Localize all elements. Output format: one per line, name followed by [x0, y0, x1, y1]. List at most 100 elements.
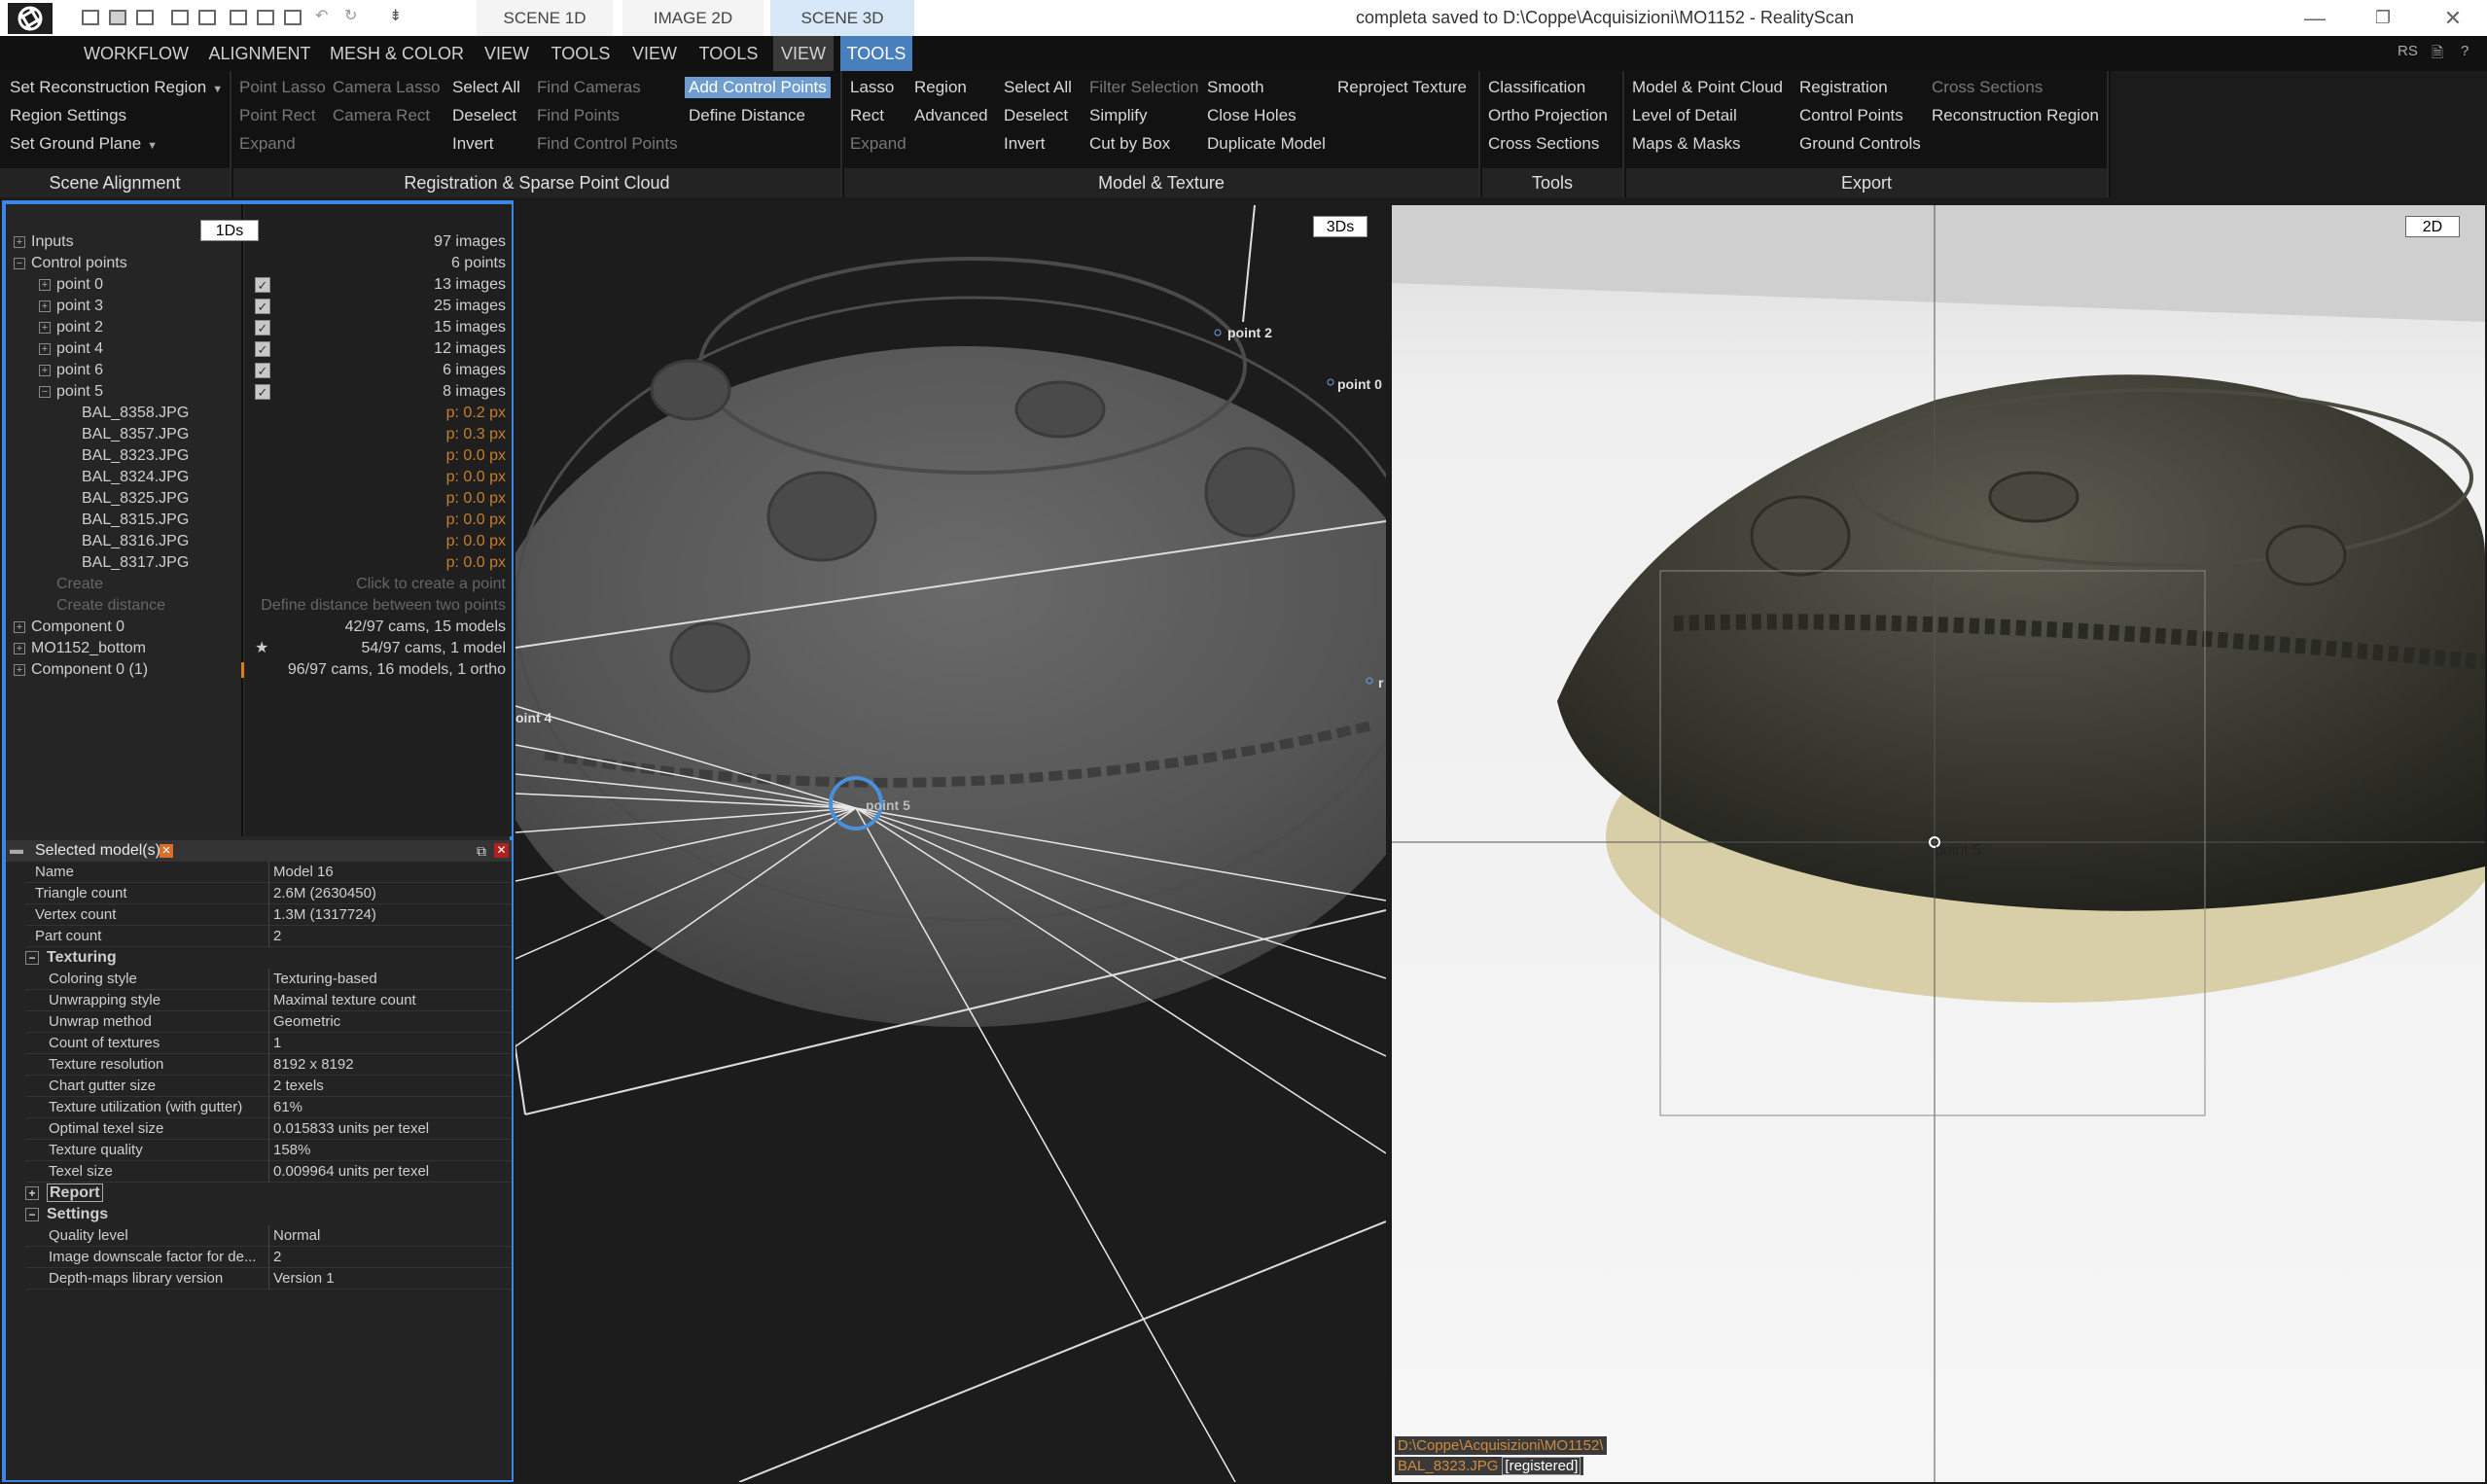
minimize-button[interactable]: — — [2281, 0, 2349, 36]
property-value[interactable]: 158% — [268, 1140, 512, 1161]
property-row[interactable]: Texture resolution 8192 x 8192 — [25, 1054, 512, 1076]
settings-section[interactable]: − Settings — [25, 1204, 512, 1225]
duplicate-model-button[interactable]: Duplicate Model — [1207, 133, 1326, 155]
cross-sections-tool-button[interactable]: Cross Sections — [1488, 133, 1599, 155]
deselect-model-button[interactable]: Deselect — [1004, 105, 1068, 126]
camera-rect-button[interactable]: Camera Rect — [333, 105, 430, 126]
property-row[interactable]: Chart gutter size 2 texels — [25, 1076, 512, 1097]
property-value[interactable]: Normal — [268, 1225, 512, 1247]
tree-item[interactable]: + Component 0 (1) — [14, 659, 148, 681]
report-section[interactable]: + Report — [25, 1183, 512, 1204]
tree-item[interactable]: + Component 0 — [14, 617, 124, 638]
cp-label-point-5-2d[interactable]: point 5 — [1935, 842, 1981, 860]
help-icon[interactable]: ? — [2461, 43, 2469, 59]
visibility-checkbox[interactable]: ✓ — [255, 299, 270, 314]
simplify-button[interactable]: Simplify — [1089, 105, 1148, 126]
property-value[interactable]: 0.015833 units per texel — [268, 1118, 512, 1140]
property-value[interactable]: Model 16 — [268, 862, 512, 883]
tree-item[interactable]: BAL_8315.JPG — [64, 510, 189, 531]
menu-view-3[interactable]: VIEW — [773, 36, 834, 71]
select-all-button[interactable]: Select All — [452, 77, 520, 98]
menu-view-1[interactable]: VIEW — [477, 36, 537, 71]
set-ground-plane-button[interactable]: Set Ground Plane ▼ — [10, 133, 158, 157]
tree-item[interactable]: BAL_8317.JPG — [64, 552, 189, 574]
layout-2-icon[interactable] — [109, 10, 126, 25]
menu-alignment[interactable]: ALIGNMENT — [201, 36, 318, 71]
export-maps-masks-button[interactable]: Maps & Masks — [1632, 133, 1740, 155]
property-value[interactable]: 61% — [268, 1097, 512, 1118]
expand-toggle-icon[interactable]: − — [39, 385, 51, 398]
property-value[interactable]: 1.3M (1317724) — [268, 904, 512, 926]
cp-label-point-2[interactable]: point 2 — [1227, 325, 1272, 340]
tree-item[interactable]: BAL_8358.JPG — [64, 403, 189, 424]
point-lasso-button[interactable]: Point Lasso — [239, 77, 326, 98]
region-settings-button[interactable]: Region Settings — [10, 105, 126, 126]
tab-scene-1d[interactable]: SCENE 1D — [477, 0, 613, 36]
redo-icon[interactable]: ↻ — [344, 6, 362, 24]
advanced-button[interactable]: Advanced — [914, 105, 988, 126]
expand-toggle-icon[interactable]: + — [25, 1185, 39, 1200]
collapse-icon[interactable]: ▬ — [10, 841, 23, 857]
pin-icon[interactable]: ✕ — [160, 844, 173, 858]
tree-item[interactable]: Create — [39, 574, 103, 595]
set-reconstruction-region-button[interactable]: Set Reconstruction Region ▼ — [10, 77, 223, 100]
find-points-button[interactable]: Find Points — [537, 105, 620, 126]
property-row[interactable]: Unwrap method Geometric — [25, 1011, 512, 1033]
layout-4-icon[interactable] — [171, 10, 189, 25]
view-badge-3ds[interactable]: 3Ds — [1313, 216, 1368, 237]
property-row[interactable]: Triangle count 2.6M (2630450) — [25, 883, 512, 904]
find-control-points-button[interactable]: Find Control Points — [537, 133, 678, 155]
property-value[interactable]: 2.6M (2630450) — [268, 883, 512, 904]
property-row[interactable]: Name Model 16 — [25, 862, 512, 883]
expand-toggle-icon[interactable]: + — [14, 620, 25, 633]
close-holes-button[interactable]: Close Holes — [1207, 105, 1297, 126]
float-panel-icon[interactable]: ⧉ — [477, 843, 486, 860]
property-row[interactable]: Texture quality 158% — [25, 1140, 512, 1161]
tree-item[interactable]: Create distance — [39, 595, 165, 617]
tree-item[interactable]: + point 0 — [39, 274, 103, 296]
property-value[interactable]: 8192 x 8192 — [268, 1054, 512, 1076]
tree-item[interactable]: − Control points — [14, 253, 127, 274]
rs-badge[interactable]: RS — [2398, 43, 2418, 59]
export-ground-controls-button[interactable]: Ground Controls — [1799, 133, 1921, 155]
cut-by-box-button[interactable]: Cut by Box — [1089, 133, 1170, 155]
scene-3d-view[interactable]: point 2 point 0 oint 4 point 5 r 3Ds — [515, 200, 1386, 1482]
property-value[interactable]: Maximal texture count — [268, 990, 512, 1011]
property-value[interactable]: 2 — [268, 1247, 512, 1268]
expand-button[interactable]: Expand — [239, 133, 296, 155]
tree-item[interactable]: − point 5 — [39, 381, 103, 403]
export-registration-button[interactable]: Registration — [1799, 77, 1888, 98]
visibility-checkbox[interactable]: ✓ — [255, 341, 270, 357]
export-level-of-detail-button[interactable]: Level of Detail — [1632, 105, 1737, 126]
tree-item[interactable]: + point 4 — [39, 338, 103, 360]
layout-8-icon[interactable] — [284, 10, 302, 25]
property-row[interactable]: Depth-maps library version Version 1 — [25, 1268, 512, 1290]
tree-item[interactable]: BAL_8323.JPG — [64, 445, 189, 467]
close-panel-icon[interactable]: ✕ — [494, 843, 509, 858]
tab-image-2d[interactable]: IMAGE 2D — [622, 0, 764, 36]
property-value[interactable]: 2 — [268, 926, 512, 947]
cp-label-point-5[interactable]: point 5 — [866, 797, 910, 813]
menu-tools-3[interactable]: TOOLS — [840, 36, 912, 71]
layout-5-icon[interactable] — [198, 10, 216, 25]
view-badge-1ds[interactable]: 1Ds — [200, 220, 259, 241]
layout-1-icon[interactable] — [82, 10, 99, 25]
maximize-button[interactable]: ❐ — [2349, 0, 2417, 36]
ortho-projection-button[interactable]: Ortho Projection — [1488, 105, 1608, 126]
property-value[interactable]: 2 texels — [268, 1076, 512, 1097]
point-rect-button[interactable]: Point Rect — [239, 105, 315, 126]
tree-item[interactable]: + point 3 — [39, 296, 103, 317]
property-row[interactable]: Count of textures 1 — [25, 1033, 512, 1054]
expand-toggle-icon[interactable]: + — [39, 278, 51, 291]
expand-toggle-icon[interactable]: − — [25, 950, 39, 965]
scene-3d-canvas[interactable] — [515, 200, 1386, 1482]
filter-selection-button[interactable]: Filter Selection — [1089, 77, 1198, 98]
export-cross-sections-button[interactable]: Cross Sections — [1932, 77, 2043, 98]
tree-item[interactable]: + MO1152_bottom — [14, 638, 146, 659]
cp-label-point-4[interactable]: oint 4 — [515, 710, 551, 725]
layout-6-icon[interactable] — [230, 10, 247, 25]
visibility-checkbox[interactable]: ✓ — [255, 363, 270, 378]
add-control-points-button[interactable]: Add Control Points — [685, 77, 831, 98]
property-row[interactable]: Quality level Normal — [25, 1225, 512, 1247]
document-icon[interactable]: 🗎 — [2432, 43, 2443, 67]
